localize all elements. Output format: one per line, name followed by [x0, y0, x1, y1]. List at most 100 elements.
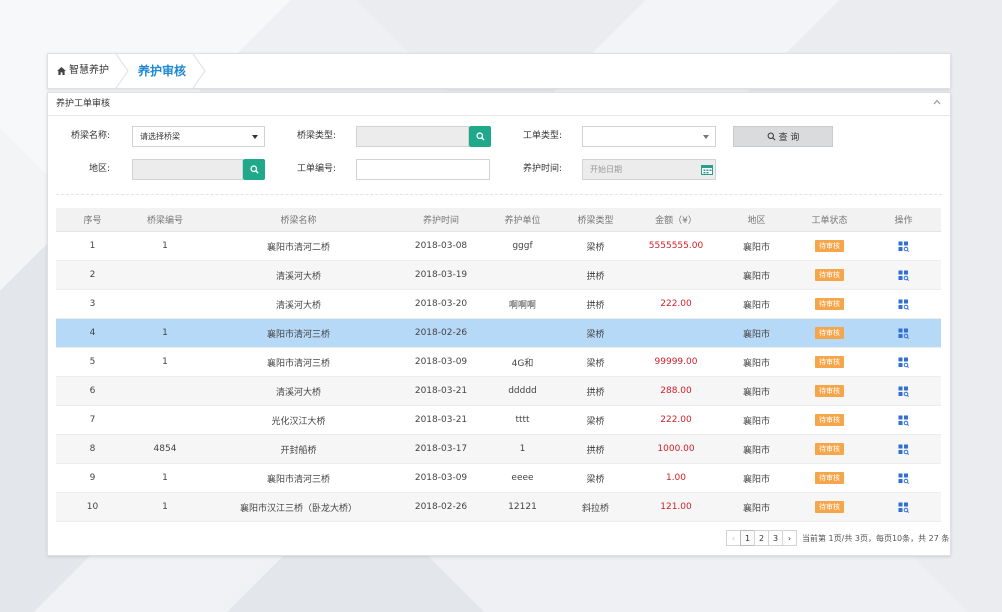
cell-region: 襄阳市	[720, 376, 793, 406]
table-row[interactable]: 7 光化汉江大桥 2018-03-21 tttt 梁桥 222.00 襄阳市 待审核	[56, 405, 941, 435]
cell-status: 待审核	[793, 318, 866, 348]
audit-action-icon[interactable]	[898, 241, 909, 252]
cell-time: 2018-03-08	[396, 231, 486, 261]
bridge-name-select[interactable]: 请选择桥梁	[132, 126, 265, 147]
cell-time: 2018-02-26	[396, 492, 486, 522]
bridge-type-input[interactable]	[356, 126, 469, 147]
cell-name: 襄阳市清河二桥	[201, 231, 396, 261]
breadcrumb-home[interactable]: 智慧养护	[57, 54, 109, 88]
table-row[interactable]: 10 1 襄阳市汉江三桥（卧龙大桥） 2018-02-26 12121 斜拉桥 121.00…	[56, 492, 941, 522]
audit-action-icon[interactable]	[898, 415, 909, 426]
table-row[interactable]: 1 1 襄阳市清河二桥 2018-03-08 gggf 梁桥 5555555.00 襄阳市 待审…	[56, 231, 941, 261]
audit-action-icon[interactable]	[898, 357, 909, 368]
audit-action-icon[interactable]	[898, 444, 909, 455]
column-header[interactable]: 序号	[56, 208, 129, 232]
table-row[interactable]: 3 清溪河大桥 2018-03-20 啊啊啊 拱桥 222.00 襄阳市 待审核	[56, 289, 941, 319]
table-row[interactable]: 2 清溪河大桥 2018-03-19 拱桥 襄阳市 待审核	[56, 260, 941, 290]
column-header[interactable]: 桥梁编号	[129, 208, 201, 232]
calendar-icon[interactable]	[701, 164, 713, 175]
column-header[interactable]: 金额（¥）	[632, 208, 720, 232]
cell-type: 拱桥	[559, 289, 632, 319]
cell-region: 襄阳市	[720, 289, 793, 319]
cell-no: 2	[56, 260, 129, 290]
column-header[interactable]: 操作	[866, 208, 941, 232]
cell-operation	[866, 289, 941, 319]
page-button-2[interactable]: 2	[754, 530, 769, 546]
cell-status: 待审核	[793, 289, 866, 319]
status-badge: 待审核	[815, 443, 844, 455]
cell-amount: 1000.00	[632, 434, 720, 464]
cell-unit	[486, 260, 559, 290]
audit-action-icon[interactable]	[898, 270, 909, 281]
cell-unit: ddddd	[486, 376, 559, 406]
status-badge: 待审核	[815, 356, 844, 368]
cell-operation	[866, 492, 941, 522]
region-input[interactable]	[132, 159, 243, 180]
breadcrumb-current: 养护审核	[138, 64, 187, 78]
table-row[interactable]: 6 清溪河大桥 2018-03-21 ddddd 拱桥 288.00 襄阳市 待审核	[56, 376, 941, 406]
table-row[interactable]: 8 4854 开封船桥 2018-03-17 1 拱桥 1000.00 襄阳市 待审核	[56, 434, 941, 464]
home-icon	[57, 67, 66, 75]
column-header[interactable]: 地区	[720, 208, 793, 232]
cell-region: 襄阳市	[720, 405, 793, 435]
audit-action-icon[interactable]	[898, 473, 909, 484]
audit-action-icon[interactable]	[898, 328, 909, 339]
table-header-row: 序号 桥梁编号 桥梁名称 养护时间 养护单位 桥梁类型 金额（¥） 地区 工单状…	[56, 208, 941, 232]
column-header[interactable]: 桥梁类型	[559, 208, 632, 232]
cell-unit: 啊啊啊	[486, 289, 559, 319]
cell-operation	[866, 405, 941, 435]
order-type-select[interactable]	[582, 126, 716, 147]
cell-name: 开封船桥	[201, 434, 396, 464]
table-row[interactable]: 9 1 襄阳市清河三桥 2018-03-09 eeee 梁桥 1.00 襄阳市 待审核	[56, 463, 941, 493]
cell-unit: gggf	[486, 231, 559, 261]
page-button-3[interactable]: 3	[768, 530, 783, 546]
cell-amount	[632, 260, 720, 290]
cell-amount: 222.00	[632, 405, 720, 435]
table-row[interactable]: 5 1 襄阳市清河三桥 2018-03-09 4G和 梁桥 99999.00 襄阳市 待审核	[56, 347, 941, 377]
status-badge: 待审核	[815, 385, 844, 397]
cell-name: 清溪河大桥	[201, 289, 396, 319]
audit-action-icon[interactable]	[898, 386, 909, 397]
status-badge: 待审核	[815, 501, 844, 513]
start-date-input[interactable]: 开始日期	[582, 159, 716, 180]
cell-amount: 1.00	[632, 463, 720, 493]
bridge-type-label: 桥梁类型:	[296, 131, 336, 141]
column-header[interactable]: 养护时间	[396, 208, 486, 232]
prev-page-button[interactable]: ‹	[726, 530, 741, 546]
cell-operation	[866, 260, 941, 290]
cell-operation	[866, 376, 941, 406]
audit-action-icon[interactable]	[898, 299, 909, 310]
audit-action-icon[interactable]	[898, 502, 909, 513]
cell-type: 拱桥	[559, 376, 632, 406]
query-button-label: 查 询	[778, 133, 800, 143]
cell-region: 襄阳市	[720, 492, 793, 522]
caret-down-icon	[703, 135, 709, 139]
next-page-button[interactable]: ›	[782, 530, 797, 546]
status-badge: 待审核	[815, 472, 844, 484]
region-search-button[interactable]	[243, 159, 265, 180]
column-header[interactable]: 桥梁名称	[201, 208, 396, 232]
cell-operation	[866, 318, 941, 348]
cell-operation	[866, 347, 941, 377]
cell-amount: 121.00	[632, 492, 720, 522]
breadcrumb-separator-icon	[115, 54, 129, 88]
cell-time: 2018-03-17	[396, 434, 486, 464]
breadcrumb-separator-icon	[192, 54, 206, 88]
cell-no: 6	[56, 376, 129, 406]
cell-amount: 288.00	[632, 376, 720, 406]
cell-unit: tttt	[486, 405, 559, 435]
query-button[interactable]: 查 询	[733, 126, 833, 147]
bridge-type-search-button[interactable]	[469, 126, 491, 147]
cell-status: 待审核	[793, 492, 866, 522]
cell-code: 1	[129, 463, 201, 493]
table-row[interactable]: 4 1 襄阳市清河三桥 2018-02-26 梁桥 襄阳市 待审核	[56, 318, 941, 348]
cell-code	[129, 405, 201, 435]
column-header[interactable]: 工单状态	[793, 208, 866, 232]
page-button-1[interactable]: 1	[740, 530, 755, 546]
chevron-up-icon[interactable]	[933, 99, 941, 105]
cell-region: 襄阳市	[720, 318, 793, 348]
cell-name: 襄阳市清河三桥	[201, 463, 396, 493]
column-header[interactable]: 养护单位	[486, 208, 559, 232]
order-no-input[interactable]	[356, 159, 490, 180]
cell-unit: 1	[486, 434, 559, 464]
